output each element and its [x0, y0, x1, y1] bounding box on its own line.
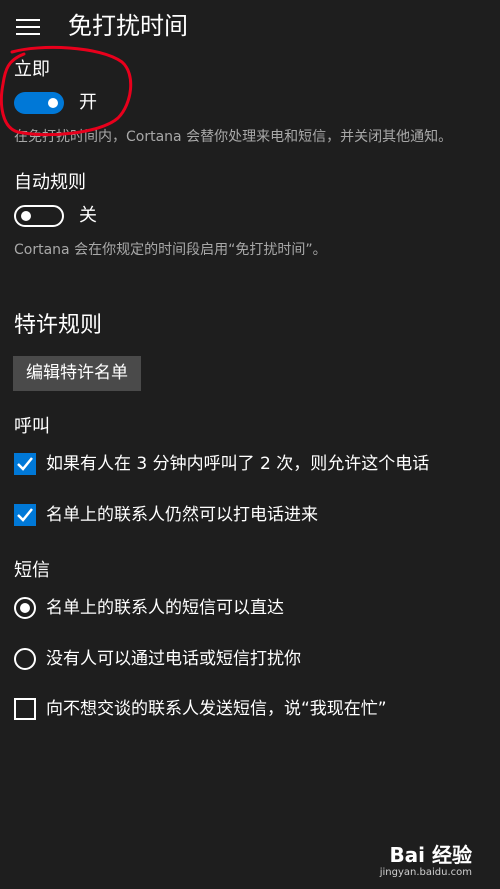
repeat-call-label: 如果有人在 3 分钟内呼叫了 2 次，则允许这个电话 [46, 454, 430, 474]
auto-reply-checkbox[interactable] [14, 698, 36, 720]
list-contacts-call-checkbox[interactable] [14, 504, 36, 526]
auto-reply-label: 向不想交谈的联系人发送短信，说“我现在忙” [46, 699, 387, 719]
watermark: Bai 经验 jingyan.baidu.com [380, 843, 472, 879]
auto-rules-toggle[interactable] [14, 205, 64, 227]
exceptions-title: 特许规则 [14, 313, 103, 338]
checkmark-icon [17, 508, 33, 522]
sms-list-radio[interactable] [14, 597, 36, 619]
edit-exceptions-button[interactable]: 编辑特许名单 [13, 356, 141, 391]
auto-rules-description: Cortana 会在你规定的时间段启用“免打扰时间”。 [14, 242, 327, 258]
auto-rules-state: 关 [79, 205, 97, 226]
sms-none-label: 没有人可以通过电话或短信打扰你 [46, 649, 301, 669]
page-title: 免打扰时间 [68, 12, 188, 40]
hamburger-icon[interactable] [16, 19, 40, 37]
checkmark-icon [17, 457, 33, 471]
watermark-url: jingyan.baidu.com [379, 867, 472, 878]
repeat-call-checkbox[interactable] [14, 453, 36, 475]
auto-rules-label: 自动规则 [14, 172, 86, 193]
list-contacts-call-label: 名单上的联系人仍然可以打电话进来 [46, 505, 318, 525]
sms-label: 短信 [14, 560, 50, 581]
toggle-knob [21, 211, 31, 221]
radio-dot [20, 603, 30, 613]
watermark-logo: Bai 经验 [389, 843, 472, 867]
calls-label: 呼叫 [14, 416, 50, 437]
sms-list-label: 名单上的联系人的短信可以直达 [46, 598, 284, 618]
annotation-circle-icon [0, 45, 133, 137]
sms-none-radio[interactable] [14, 648, 36, 670]
